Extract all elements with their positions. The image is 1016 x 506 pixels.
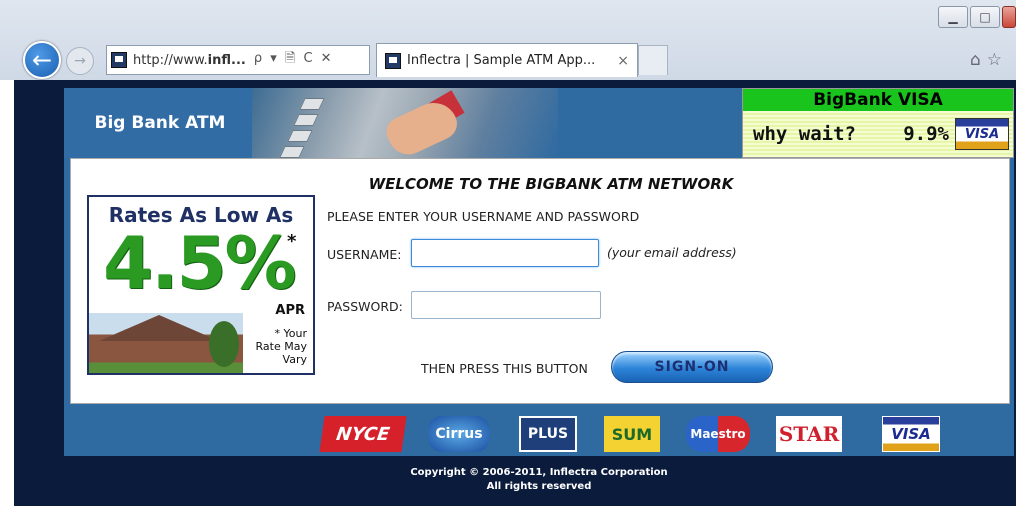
visa-ad-tagline: why wait?	[753, 123, 856, 145]
tree-image	[209, 321, 239, 367]
home-icon[interactable]: ⌂	[970, 50, 987, 70]
username-hint: (your email address)	[607, 245, 737, 260]
visa-ad-rate: 9.9%	[903, 123, 949, 145]
promo-note: * Your Rate May Vary	[255, 327, 307, 366]
star-icon[interactable]: ☆	[987, 50, 1008, 70]
forward-button[interactable]: →	[66, 47, 94, 75]
copyright: Copyright © 2006-2011, Inflectra Corpora…	[64, 466, 1014, 494]
promo-asterisk: *	[287, 231, 297, 252]
browser-chrome: ▁ □ ← → http://www.infl... ρ ▾ 🗎 C ✕ Inf…	[0, 0, 1016, 80]
login-instruction: PLEASE ENTER YOUR USERNAME AND PASSWORD	[327, 209, 640, 224]
atm-header-image	[252, 88, 558, 158]
nyce-logo-icon: NYCE	[319, 416, 407, 452]
password-label: PASSWORD:	[327, 299, 403, 314]
back-button[interactable]: ←	[23, 41, 61, 79]
arrow-left-icon: ←	[31, 46, 53, 74]
atm-frame: Big Bank ATM BigBank VISA why wait? 9.9%…	[64, 88, 1014, 456]
network-logos: NYCE Cirrus PLUS SUM Maestro STAR VISA	[64, 406, 1014, 456]
sign-on-button[interactable]: SIGN-ON	[611, 351, 773, 383]
page-favicon-icon	[111, 52, 127, 68]
username-label: USERNAME:	[327, 247, 402, 262]
tab-close-icon[interactable]: ×	[617, 53, 629, 69]
password-input[interactable]	[411, 291, 601, 319]
sum-logo-icon: SUM	[604, 416, 660, 452]
address-controls[interactable]: ρ ▾ 🗎 C ✕	[254, 49, 334, 71]
plus-logo-icon: PLUS	[519, 416, 577, 452]
arrow-right-icon: →	[74, 53, 86, 69]
address-url[interactable]: http://www.infl...	[133, 53, 246, 68]
address-bar[interactable]: http://www.infl... ρ ▾ 🗎 C ✕	[106, 45, 370, 75]
close-window-button[interactable]	[1002, 6, 1016, 28]
house-roof	[99, 315, 219, 341]
maximize-button[interactable]: □	[970, 6, 1000, 28]
rate-promo[interactable]: Rates As Low As 4.5% * APR * Your Rate M…	[87, 195, 315, 375]
cirrus-logo-icon: Cirrus	[428, 416, 490, 452]
promo-apr: APR	[275, 303, 305, 318]
tab-favicon-icon	[385, 52, 401, 69]
promo-rate: 4.5%	[103, 221, 297, 305]
visa-ad-banner[interactable]: BigBank VISA why wait? 9.9% VISA	[742, 88, 1014, 158]
new-tab-button[interactable]	[638, 45, 668, 75]
browser-tab-active[interactable]: Inflectra | Sample ATM App... ×	[376, 43, 638, 77]
welcome-heading: WELCOME TO THE BIGBANK ATM NETWORK	[368, 175, 734, 193]
visa-logo-icon: VISA	[882, 416, 940, 452]
site-title: Big Bank ATM	[64, 88, 252, 158]
url-prefix: http://www.	[133, 52, 208, 68]
rights-line: All rights reserved	[486, 481, 592, 492]
tab-title: Inflectra | Sample ATM App...	[407, 53, 596, 68]
star-logo-icon: STAR	[776, 416, 842, 452]
visa-card-icon: VISA	[955, 118, 1009, 150]
url-domain: infl...	[207, 52, 246, 68]
copyright-line: Copyright © 2006-2011, Inflectra Corpora…	[410, 467, 668, 478]
maestro-logo-icon: Maestro	[686, 416, 750, 452]
minimize-button[interactable]: ▁	[938, 6, 968, 28]
login-panel: Rates As Low As 4.5% * APR * Your Rate M…	[70, 158, 1010, 404]
toolbar-icons[interactable]: ⌂☆	[970, 50, 1008, 70]
username-input[interactable]	[411, 239, 599, 267]
then-press-label: THEN PRESS THIS BUTTON	[421, 361, 588, 376]
page-background: Big Bank ATM BigBank VISA why wait? 9.9%…	[14, 80, 1016, 506]
visa-ad-title: BigBank VISA	[743, 89, 1013, 111]
